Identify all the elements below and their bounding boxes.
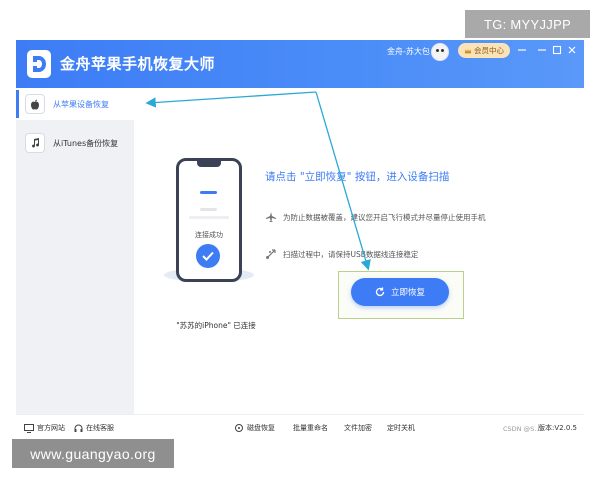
phone-screen-line (200, 191, 217, 194)
apple-icon (25, 94, 45, 114)
footer-link-disk-recovery[interactable]: 磁盘恢复 (234, 423, 275, 433)
sidebar: 从苹果设备恢复 从iTunes备份恢复 (16, 88, 134, 414)
avatar[interactable] (431, 43, 449, 61)
app-window: 金舟苹果手机恢复大师 金舟-苏大包 会员中心 从苹果设备恢复 从iTunes备份… (16, 40, 584, 438)
checkmark-icon (196, 244, 220, 268)
close-window-icon[interactable] (566, 44, 578, 56)
official-site-label: 官方网站 (37, 424, 65, 432)
footer-link-label: 批量重命名 (293, 424, 328, 432)
crown-icon (464, 48, 472, 53)
recover-now-label: 立即恢复 (390, 288, 425, 298)
sidebar-item-itunes-recovery[interactable]: 从iTunes备份恢复 (16, 127, 134, 159)
official-site-link[interactable]: 官方网站 (24, 423, 65, 433)
prompt-title: 请点击 "立即恢复" 按钮，进入设备扫描 (265, 171, 450, 183)
headset-icon (74, 424, 83, 432)
disk-recovery-icon (235, 424, 243, 432)
user-name[interactable]: 金舟-苏大包 (387, 46, 430, 57)
app-title: 金舟苹果手机恢复大师 (60, 55, 216, 73)
phone-illustration: 连接成功 (176, 158, 242, 282)
footer-link-batch-rename[interactable]: 批量重命名 (293, 423, 328, 433)
music-note-icon (25, 133, 45, 153)
tip-usb-stable: 扫描过程中，请保持USB数据线连接稳定 (265, 248, 418, 260)
sidebar-item-label: 从iTunes备份恢复 (53, 138, 119, 148)
phone-screen-line (189, 216, 229, 219)
usb-icon (265, 248, 277, 260)
footer-link-label: 文件加密 (344, 424, 372, 432)
version-text: 版本:V2.0.5 (538, 424, 577, 432)
site-watermark: www.guangyao.org (12, 439, 174, 468)
tip-text: 为防止数据被覆盖，建议您开启飞行模式并尽量停止使用手机 (283, 212, 486, 222)
footer-link-scheduled-shutdown[interactable]: 定时关机 (387, 423, 415, 433)
connection-status: 连接成功 (195, 231, 223, 239)
online-service-label: 在线客服 (86, 424, 114, 432)
sidebar-item-device-recovery[interactable]: 从苹果设备恢复 (16, 88, 134, 120)
phone-notch (197, 161, 221, 167)
footer-link-label: 定时关机 (387, 424, 415, 432)
tip-text: 扫描过程中，请保持USB数据线连接稳定 (283, 249, 419, 259)
footer-link-file-encryption[interactable]: 文件加密 (344, 423, 372, 433)
member-center-button[interactable]: 会员中心 (458, 43, 510, 58)
sidebar-item-label: 从苹果设备恢复 (53, 99, 109, 109)
monitor-icon (24, 423, 34, 433)
version-label: 版本:V2.0.5 (538, 423, 577, 433)
app-logo (27, 50, 51, 78)
maximize-window-icon[interactable] (551, 44, 563, 56)
online-service-link[interactable]: 在线客服 (74, 423, 114, 433)
menu-icon[interactable] (536, 44, 548, 56)
footer-link-label: 磁盘恢复 (247, 424, 275, 432)
csdn-watermark: CSDN @S... (503, 425, 541, 433)
tg-watermark: TG: MYYJJPP (465, 10, 590, 38)
phone-screen-line (200, 208, 217, 211)
main-panel: 连接成功 "苏苏的iPhone" 已连接 请点击 "立即恢复" 按钮，进入设备扫… (134, 88, 584, 414)
title-bar: 金舟苹果手机恢复大师 金舟-苏大包 会员中心 (16, 40, 584, 88)
refresh-icon (375, 287, 385, 297)
device-connected-label: "苏苏的iPhone" 已连接 (176, 321, 256, 330)
minimize-window-icon[interactable] (516, 44, 528, 56)
footer-bar: 官方网站 在线客服 磁盘恢复 批量重命名 文件加密 定时关机 版本:V2.0.5… (16, 414, 584, 438)
avatar-eye-icon (441, 49, 444, 52)
tip-airplane-mode: 为防止数据被覆盖，建议您开启飞行模式并尽量停止使用手机 (265, 211, 486, 223)
recover-now-button[interactable]: 立即恢复 (351, 278, 449, 306)
member-center-label: 会员中心 (474, 46, 504, 55)
avatar-eye-icon (436, 49, 439, 52)
airplane-icon (265, 211, 277, 223)
